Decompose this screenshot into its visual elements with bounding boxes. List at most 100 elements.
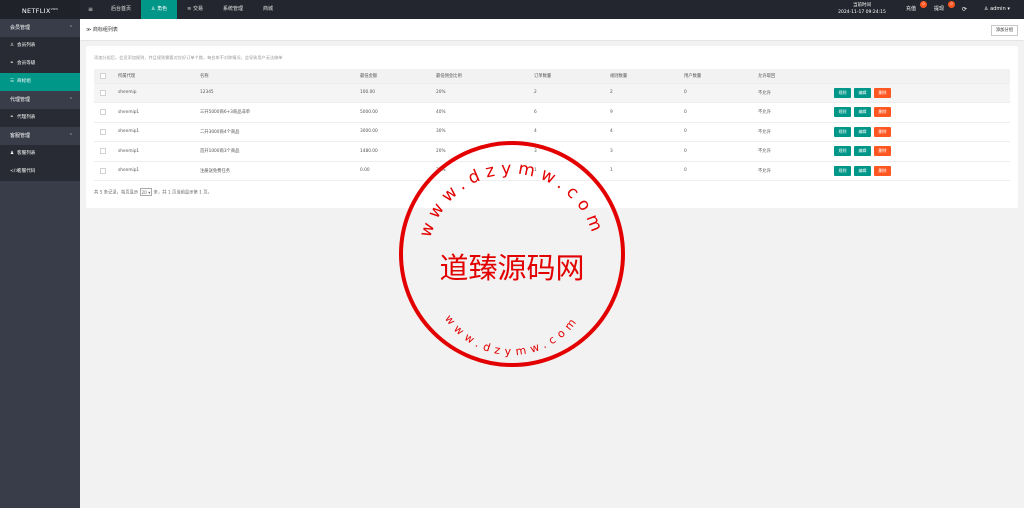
delete-button[interactable]: 删除 [874,107,891,118]
cell-name: 12345 [200,83,360,103]
group-table: 所属代理 名称 最低金额 最低佣金比例 订单数量 规则数量 用户数量 允许取回 … [94,69,1010,181]
recharge-link[interactable]: 充值 [906,0,916,19]
sidebar-group-support[interactable]: 客服管理 ⌃ [0,127,80,145]
cell-agent: shenmip1 [118,141,200,162]
rules-button[interactable]: 规则 [834,87,851,98]
user-menu[interactable]: ♙ admin ▾ [984,0,1010,19]
cell-allow-withdraw: 不允许 [758,102,834,123]
sidebar-group-agents[interactable]: 代理管理 ⌃ [0,91,80,109]
col-user-count: 用户数量 [684,69,758,84]
nav-trade[interactable]: ≋ 交易 [177,0,213,19]
cell-name: 注册送免费任务 [200,161,360,181]
cell-name: 二开3000商4个商品 [200,122,360,142]
cell-min-commission: 40% [436,102,534,123]
sidebar-item-member-level[interactable]: ⚭ 会员等级 [0,55,80,73]
edit-button[interactable]: 编辑 [854,87,871,98]
table-header: 所属代理 名称 最低金额 最低佣金比例 订单数量 规则数量 用户数量 允许取回 [94,69,1010,84]
row-checkbox[interactable] [94,122,118,142]
table-row: shenmip1 三开5000商6+3商品非单 5000.00 40% 6 9 … [94,102,1010,123]
delete-button[interactable]: 删除 [874,146,891,157]
row-checkbox[interactable] [94,161,118,181]
rules-button[interactable]: 规则 [834,146,851,157]
select-all-checkbox[interactable] [94,69,118,84]
nav-roles[interactable]: ♙ 角色 [141,0,178,19]
cell-min-amount: 5000.00 [360,102,436,123]
withdraw-link[interactable]: 提现 [934,0,944,19]
col-min-commission: 最低佣金比例 [436,69,534,84]
edit-button[interactable]: 编辑 [854,126,871,137]
delete-button[interactable]: 删除 [874,87,891,98]
rules-button[interactable]: 规则 [834,107,851,118]
cell-rule-count: 9 [610,102,684,123]
sidebar-item-label: 客服列表 [17,151,36,156]
link-icon: ⚭ [10,115,14,120]
sidebar-item-member-list[interactable]: ♙ 会员列表 [0,37,80,55]
refresh-icon[interactable]: ⟳ [962,0,967,19]
nav-mall-label: 商城 [262,6,273,12]
app-logo[interactable]: NETFLIXVOD [0,0,80,19]
cell-name: 首开1000商3个商品 [200,141,360,162]
sidebar: 会员管理 ⌃ ♙ 会员列表 ⚭ 会员等级 ☰ 商标组 代理管理 ⌃ ⚭ 代理列表 客服管理 ⌃… [0,19,80,508]
cell-min-commission: 20% [436,141,534,162]
sidebar-group-members[interactable]: 会员管理 ⌃ [0,19,80,37]
sidebar-group-label: 会员管理 [10,25,31,31]
sidebar-item-support-list[interactable]: ♟ 客服列表 [0,145,80,163]
cell-allow-withdraw: 不允许 [758,122,834,142]
cell-min-amount: 3000.00 [360,122,436,142]
cell-user-count: 0 [684,122,758,142]
users-icon: ♟ [10,151,15,156]
per-page-select[interactable]: 20 ▾ [139,188,153,196]
nav-system[interactable]: 系统管理 [213,0,253,19]
sidebar-item-brand-group[interactable]: ☰ 商标组 [0,73,80,91]
menu-toggle-icon[interactable]: ≡ [80,0,101,19]
cell-user-count: 0 [684,83,758,103]
recharge-badge: 0 [920,1,927,8]
sidebar-item-label: 会员等级 [17,61,36,66]
delete-button[interactable]: 删除 [874,165,891,176]
add-group-button[interactable]: 添加分组 [990,25,1018,36]
cell-actions: 规则 编辑 删除 [834,141,1010,162]
col-name: 名称 [200,69,360,84]
row-checkbox[interactable] [94,102,118,123]
user-icon: ♙ [10,43,15,48]
rules-button[interactable]: 规则 [834,165,851,176]
sidebar-item-agent-list[interactable]: ⚭ 代理列表 [0,109,80,127]
cell-agent: shenmip [118,83,200,103]
cell-actions: 规则 编辑 删除 [834,161,1010,181]
nav-mall[interactable]: 商城 [253,0,283,19]
rules-button[interactable]: 规则 [834,126,851,137]
admin-icon: ♙ [984,6,989,12]
edit-button[interactable]: 编辑 [854,107,871,118]
pager-suffix: 条，共 1 页当前显示第 1 页。 [153,190,212,196]
withdraw-label: 提现 [934,6,945,12]
cell-user-count: 0 [684,102,758,123]
cell-min-amount: 100.00 [360,83,436,103]
cell-allow-withdraw: 不允许 [758,161,834,181]
cell-actions: 规则 编辑 删除 [834,102,1010,123]
cell-min-commission: 20% [436,83,534,103]
row-checkbox[interactable] [94,141,118,162]
nav-trade-label: 交易 [192,6,203,12]
cell-min-amount: 0.00 [360,161,436,181]
delete-button[interactable]: 删除 [874,126,891,137]
code-icon: </> [10,169,20,174]
cell-agent: shenmip1 [118,102,200,123]
nav-dashboard[interactable]: 后台首页 [101,0,141,19]
edit-button[interactable]: 编辑 [854,146,871,157]
sidebar-group-label: 代理管理 [10,97,31,103]
server-time-label: 当前时间 [853,3,871,8]
col-rule-count: 规则数量 [610,69,684,84]
sidebar-item-label: 会员列表 [17,43,36,48]
row-checkbox[interactable] [94,83,118,103]
cell-order-count: 1 [534,161,610,181]
edit-button[interactable]: 编辑 [854,165,871,176]
cell-user-count: 0 [684,161,758,181]
page-header: ≫ 商标组列表 添加分组 [80,19,1024,41]
stamp-bottom-path: www.dzymw.com [442,312,577,358]
cell-min-commission: 30% [436,122,534,142]
nav-system-label: 系统管理 [222,6,243,12]
cell-rule-count: 4 [610,122,684,142]
sidebar-item-support-code[interactable]: </>客服代码 [0,163,80,181]
double-chevron-icon: ≫ [86,27,92,33]
server-time-value: 2024-11-17 09:24:15 [838,10,886,15]
